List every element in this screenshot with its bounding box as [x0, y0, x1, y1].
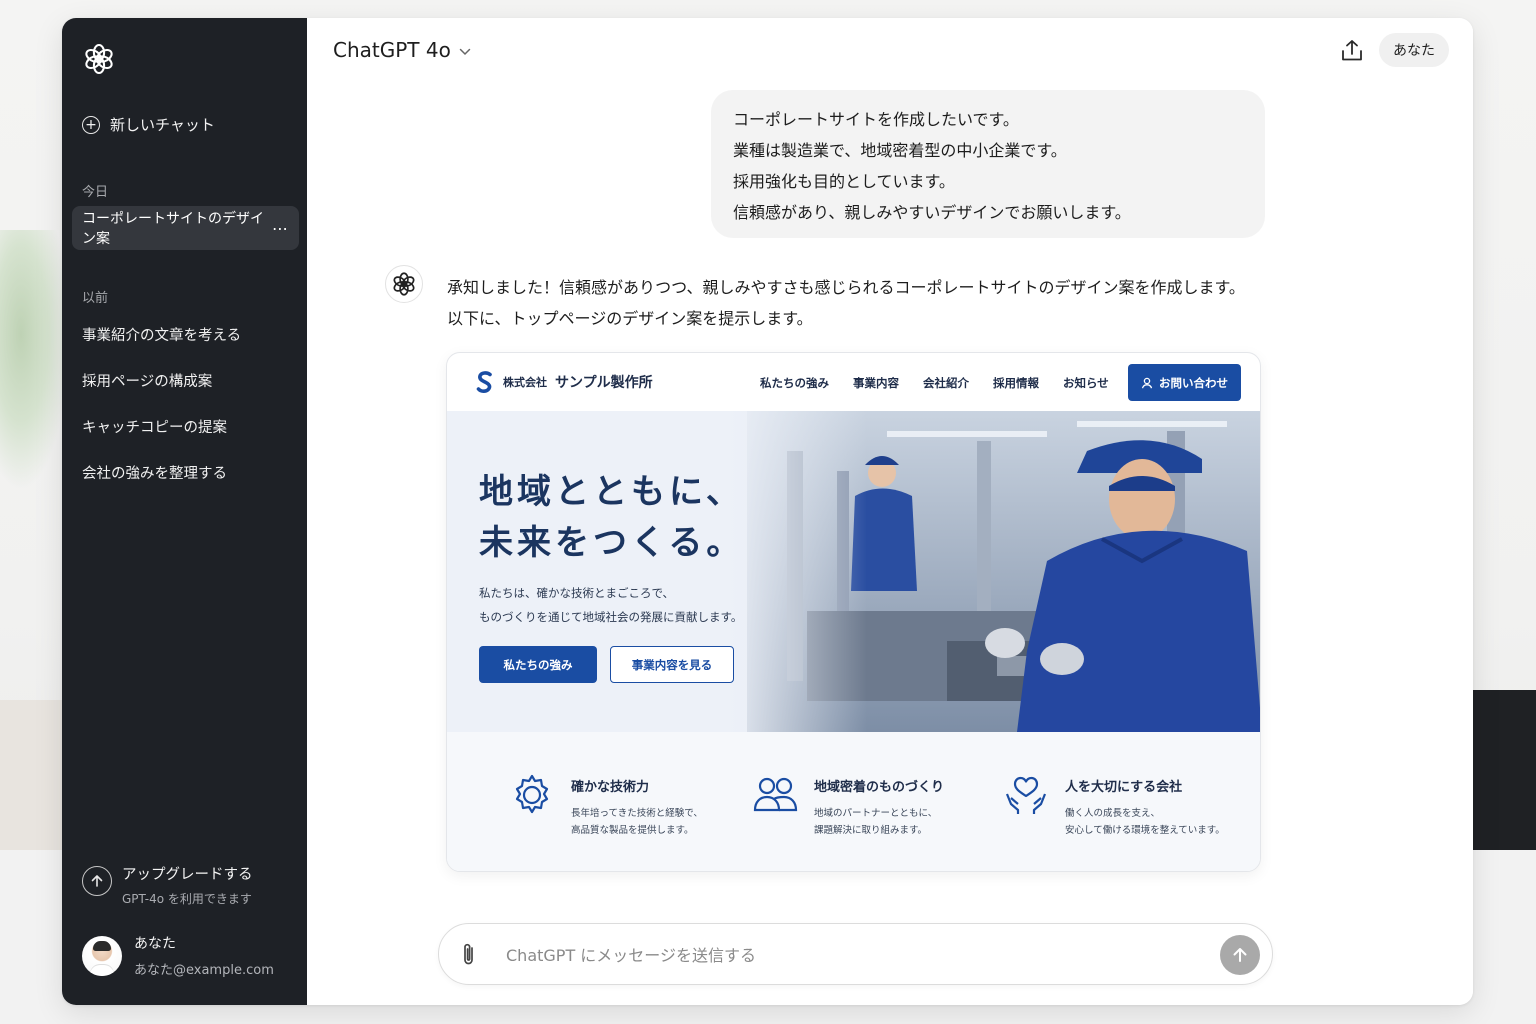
- sidebar-item-history[interactable]: 事業紹介の文章を考える: [82, 324, 241, 345]
- openai-logo-icon[interactable]: [82, 42, 116, 76]
- mockup-nav-item: 会社紹介: [923, 376, 969, 390]
- upgrade-arrow-icon: [82, 866, 112, 896]
- feature-description: 働く人の成長を支え、 安心して働ける環境を整えています。: [1065, 805, 1225, 839]
- company-prefix: 株式会社: [503, 376, 547, 389]
- new-chat-label: 新しいチャット: [110, 116, 215, 134]
- people-icon: [753, 777, 798, 812]
- feature-description: 地域のパートナーとともに、 課題解決に取り組みます。: [814, 805, 944, 839]
- feature-description-line: 安心して働ける環境を整えています。: [1065, 825, 1225, 836]
- chevron-down-icon: [459, 45, 471, 59]
- avatar: [82, 935, 122, 976]
- feature-title: 人を大切にする会社: [1065, 780, 1183, 795]
- hero-title-line: 地域とともに、: [479, 472, 744, 512]
- feature-title: 地域密着のものづくり: [814, 780, 945, 795]
- gear-icon: [515, 774, 549, 814]
- send-button[interactable]: [1220, 935, 1260, 975]
- website-mockup-image: 株式会社 サンプル製作所 私たちの強み 事業内容 会社紹介 採用情報 お知らせ …: [446, 352, 1261, 872]
- sidebar-item-history[interactable]: 会社の強みを整理する: [82, 462, 227, 483]
- background-plant: [0, 230, 70, 490]
- upgrade-subtitle: GPT-4o を利用できます: [122, 892, 252, 906]
- feature-description-line: 地域のパートナーとともに、: [814, 808, 938, 819]
- account-button[interactable]: あなた: [1379, 33, 1449, 67]
- feature-description-line: 課題解決に取り組みます。: [814, 825, 928, 836]
- message-input[interactable]: [506, 940, 1186, 970]
- new-chat-button[interactable]: + 新しいチャット: [82, 114, 215, 135]
- feature-description-line: 高品質な製品を提供します。: [571, 825, 694, 836]
- user-email: あなた@example.com: [134, 963, 274, 978]
- person-icon: [1141, 377, 1153, 388]
- mockup-features: 確かな技術力 長年培ってきた技術と経験で、 高品質な製品を提供します。 地域密着…: [447, 732, 1260, 871]
- mockup-nav-item: 事業内容: [853, 376, 899, 390]
- active-chat-label: コーポレートサイトのデザイン案: [82, 211, 264, 247]
- company-name: サンプル製作所: [555, 375, 653, 391]
- paperclip-icon[interactable]: [459, 942, 479, 968]
- mockup-contact-button: お問い合わせ: [1128, 364, 1241, 401]
- chat-main: ChatGPT 4o あなた コーポレートサイトを作成したいです。 業種は製造業…: [307, 18, 1473, 1005]
- mockup-nav-item: お知らせ: [1063, 376, 1109, 390]
- hero-title: 地域とともに、 未来をつくる。: [479, 467, 744, 569]
- mockup-nav-item: 採用情報: [993, 376, 1039, 390]
- feature-description-line: 長年培ってきた技術と経験で、: [571, 808, 703, 819]
- mockup-hero: 地域とともに、 未来をつくる。 私たちは、確かな技術とまごころで、 ものづくりを…: [447, 411, 1260, 732]
- more-options-icon[interactable]: ⋯: [272, 219, 289, 238]
- feature-item: 人を大切にする会社 働く人の成長を支え、 安心して働ける環境を整えています。: [1003, 772, 1225, 839]
- upgrade-button[interactable]: アップグレードする GPT-4o を利用できます: [82, 863, 253, 907]
- hero-subtitle: 私たちは、確かな技術とまごころで、 ものづくりを通じて地域社会の発展に貢献します…: [479, 581, 742, 629]
- user-message-line: コーポレートサイトを作成したいです。: [733, 110, 1019, 129]
- user-name: あなた: [134, 936, 176, 952]
- assistant-message-line: 以下に、トップページのデザイン案を提示します。: [447, 309, 813, 328]
- sidebar-item-active-chat[interactable]: コーポレートサイトのデザイン案 ⋯: [72, 206, 299, 250]
- model-selector[interactable]: ChatGPT 4o: [333, 38, 471, 62]
- background-shelf: [0, 700, 62, 850]
- user-message: コーポレートサイトを作成したいです。 業種は製造業で、地域密着型の中小企業です。…: [711, 90, 1265, 238]
- model-name: ChatGPT 4o: [333, 38, 451, 62]
- section-label-today: 今日: [82, 185, 109, 200]
- hero-gradient-overlay: [447, 411, 867, 732]
- user-profile-button[interactable]: あなた あなた@example.com: [82, 933, 274, 978]
- hero-title-line: 未来をつくる。: [479, 523, 745, 563]
- user-message-line: 信頼感があり、親しみやすいデザインでお願いします。: [733, 203, 1131, 222]
- mockup-header: 株式会社 サンプル製作所 私たちの強み 事業内容 会社紹介 採用情報 お知らせ …: [447, 353, 1260, 411]
- mockup-nav-item: 私たちの強み: [760, 376, 829, 390]
- sidebar-item-history[interactable]: 採用ページの構成案: [82, 370, 212, 391]
- arrow-up-icon: [1233, 948, 1247, 962]
- user-message-line: 業種は製造業で、地域密着型の中小企業です。: [733, 141, 1067, 160]
- assistant-message: 承知しました！信頼感がありつつ、親しみやすさも感じられるコーポレートサイトのデザ…: [447, 272, 1245, 334]
- background-monitor: [1472, 690, 1536, 850]
- assistant-message-line: 承知しました！信頼感がありつつ、親しみやすさも感じられるコーポレートサイトのデザ…: [447, 278, 1245, 297]
- feature-description-line: 働く人の成長を支え、: [1065, 808, 1161, 819]
- hero-secondary-button: 事業内容を見る: [610, 646, 734, 683]
- app-window: + 新しいチャット 今日 コーポレートサイトのデザイン案 ⋯ 以前 事業紹介の文…: [62, 18, 1473, 1005]
- sidebar-item-history[interactable]: キャッチコピーの提案: [82, 416, 227, 437]
- feature-item: 確かな技術力 長年培ってきた技術と経験で、 高品質な製品を提供します。: [509, 772, 703, 839]
- mockup-contact-label: お問い合わせ: [1159, 375, 1228, 390]
- message-composer: [438, 923, 1273, 985]
- feature-description: 長年培ってきた技術と経験で、 高品質な製品を提供します。: [571, 805, 703, 839]
- hero-primary-button: 私たちの強み: [479, 646, 597, 683]
- hero-subtitle-line: ものづくりを通じて地域社会の発展に貢献します。: [479, 610, 743, 624]
- upgrade-title: アップグレードする: [122, 867, 253, 883]
- mockup-nav-menu: 私たちの強み 事業内容 会社紹介 採用情報 お知らせ: [760, 375, 1109, 391]
- share-icon[interactable]: [1339, 38, 1365, 64]
- hero-subtitle-line: 私たちは、確かな技術とまごころで、: [479, 586, 675, 600]
- plus-circle-icon: +: [82, 115, 100, 134]
- mockup-logo: 株式会社 サンプル製作所: [475, 371, 653, 393]
- section-label-previous: 以前: [82, 291, 109, 306]
- user-message-line: 採用強化も目的としています。: [733, 172, 955, 191]
- feature-title: 確かな技術力: [571, 780, 650, 795]
- sidebar: + 新しいチャット 今日 コーポレートサイトのデザイン案 ⋯ 以前 事業紹介の文…: [62, 18, 307, 1005]
- feature-item: 地域密着のものづくり 地域のパートナーとともに、 課題解決に取り組みます。: [752, 772, 944, 839]
- assistant-avatar-icon: [385, 265, 423, 303]
- company-logo-icon: [476, 371, 492, 393]
- heart-hands-icon: [1005, 776, 1047, 814]
